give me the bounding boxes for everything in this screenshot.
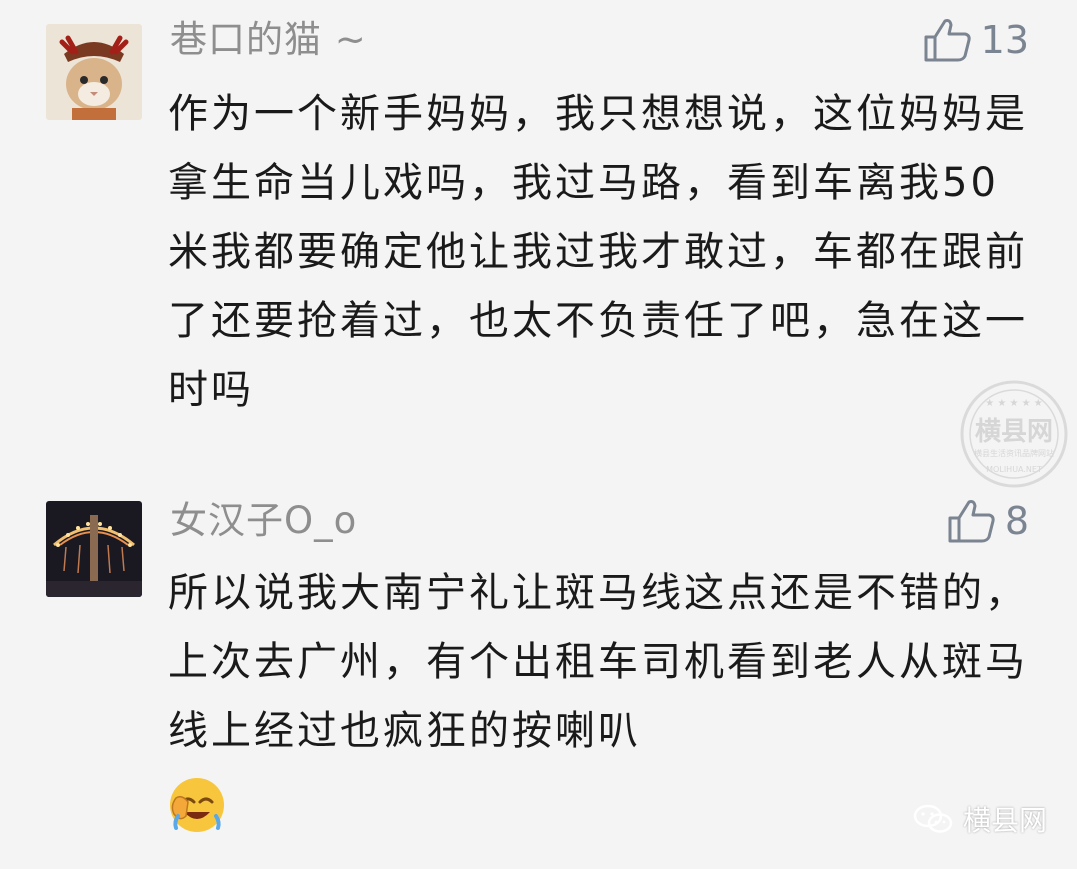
watermark-title: 横县网 [975,417,1053,447]
svg-text:★ ★ ★ ★ ★: ★ ★ ★ ★ ★ [985,398,1043,409]
watermark-subtitle: 横县生活资讯品牌网站 [974,448,1054,458]
thumbs-up-icon [924,19,971,62]
comment-username[interactable]: 巷口的猫 ~ [170,18,367,62]
comment-item: 巷口的猫 ~ 13 作为一个新手妈妈，我只想想说，这位妈妈是拿生命当儿戏吗，我过… [0,0,1077,440]
like-count: 8 [1004,499,1029,543]
thumbs-up-icon [948,500,995,543]
footer-watermark: 横县网 [913,799,1047,839]
avatar[interactable] [46,501,142,597]
comment-text: 作为一个新手妈妈，我只想想说，这位妈妈是拿生命当儿戏吗，我过马路，看到车离我50… [168,91,1028,413]
comment-text-body: 所以说我大南宁礼让斑马线这点还是不错的，上次去广州，有个出租车司机看到老人从斑马… [168,570,1028,754]
comment-text: 所以说我大南宁礼让斑马线这点还是不错的，上次去广州，有个出租车司机看到老人从斑马… [168,559,1028,835]
like-button[interactable]: 8 [947,498,1029,544]
footer-brand: 横县网 [962,804,1047,837]
like-count: 13 [980,18,1029,62]
comment-username[interactable]: 女汉子O_o [170,499,357,543]
watermark-url: MOLIHUA.NET [986,465,1042,474]
like-button[interactable]: 13 [923,17,1029,63]
avatar[interactable] [46,24,142,120]
watermark-logo: 横县网 横县生活资讯品牌网站 MOLIHUA.NET ★ ★ ★ ★ ★ [958,378,1070,490]
facepalm-laugh-emoji-icon [168,776,226,834]
wechat-icon [913,804,953,833]
